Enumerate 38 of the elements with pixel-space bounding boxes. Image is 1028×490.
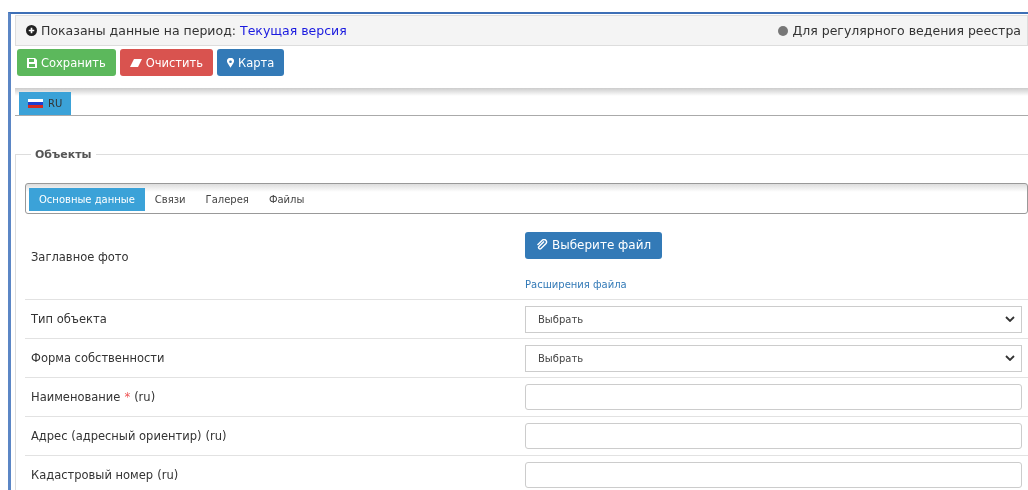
required-mark: * <box>124 390 131 404</box>
field-label: Адрес (адресный ориентир) <box>31 429 202 443</box>
field-label: Наименование <box>31 390 121 404</box>
field-label: Кадастровый номер <box>31 468 154 482</box>
eraser-icon <box>129 58 142 67</box>
section-legend: Объекты <box>31 148 96 161</box>
tab[interactable]: Файлы <box>258 188 315 211</box>
choose-file-button[interactable]: Выберите файл <box>525 231 663 259</box>
floppy-icon <box>27 57 37 68</box>
map-button[interactable]: Карта <box>217 49 285 76</box>
tab[interactable]: Основные данные <box>29 188 145 211</box>
field-label: Тип объекта <box>31 312 107 326</box>
file-extensions-link[interactable]: Расширения файла <box>525 278 627 290</box>
select-field[interactable]: Выбрать <box>525 305 1022 333</box>
map-pin-icon <box>227 57 234 68</box>
language-suffix: (ru) <box>205 429 227 443</box>
tab[interactable]: Связи <box>144 188 196 211</box>
tab[interactable]: Галерея <box>195 188 259 211</box>
language-suffix: (ru) <box>157 468 179 482</box>
input-field[interactable] <box>525 384 1022 410</box>
period-link[interactable]: Текущая версия <box>240 23 347 38</box>
flag-icon <box>28 99 43 108</box>
chevron-down-icon <box>1005 316 1015 322</box>
input-field[interactable] <box>525 423 1022 449</box>
plus-circle-icon <box>26 25 37 36</box>
input-field[interactable] <box>525 462 1022 488</box>
status-dot-icon <box>778 25 789 36</box>
clear-button[interactable]: Очистить <box>119 49 213 76</box>
period-label: Показаны данные на период: <box>41 23 236 38</box>
save-button[interactable]: Сохранить <box>17 49 116 76</box>
paperclip-icon <box>536 239 548 251</box>
language-suffix: (ru) <box>134 390 156 404</box>
language-tab[interactable]: RU <box>19 92 72 115</box>
select-field[interactable]: Выбрать <box>525 344 1022 372</box>
field-label: Заглавное фото <box>31 249 129 264</box>
field-label: Форма собственности <box>31 351 165 365</box>
chevron-down-icon <box>1005 355 1015 361</box>
mode-label: Для регулярного ведения реестра <box>792 23 1021 38</box>
